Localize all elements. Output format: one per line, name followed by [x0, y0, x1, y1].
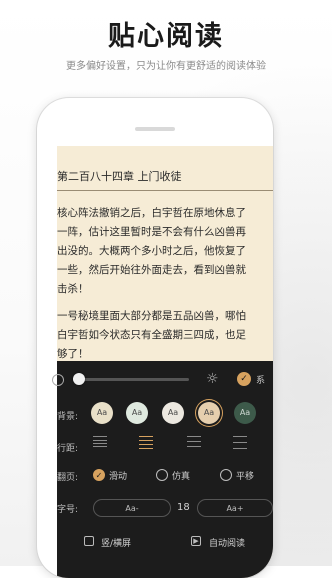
page-title: 贴心阅读 — [108, 21, 224, 52]
text-line: 一阵，估计这里暂时是不会有什么凶兽再 — [57, 226, 246, 238]
text-line: 白宇哲如今状态只有全盛期三四成，也足 — [57, 329, 246, 341]
line-spacing-option-compact[interactable] — [233, 436, 247, 454]
text-line: 击杀！ — [57, 283, 89, 295]
font-decrease-button[interactable]: Aa- — [93, 499, 171, 517]
swatch-text: Aa — [167, 408, 179, 417]
panel-bottom-bar: 竖/横屏 ▶ 自动阅读 — [57, 528, 273, 558]
swatch-text: Aa — [96, 408, 108, 417]
brightness-high-icon: ☼ — [206, 371, 219, 387]
swatch-text: Aa — [203, 408, 215, 417]
page-turn-option-label: 仿真 — [172, 472, 191, 482]
brightness-low-icon — [52, 374, 64, 386]
font-increase-button[interactable]: Aa+ — [197, 499, 273, 517]
rotate-screen-icon[interactable] — [84, 536, 94, 546]
text-line: 一号秘境里面大部分都是五品凶兽，哪怕 — [57, 310, 246, 322]
text-line: 核心阵法撤销之后，白宇哲在原地休息了 — [57, 207, 246, 219]
orientation-button[interactable]: 竖/横屏 — [101, 536, 131, 549]
line-spacing-label: 行距: — [57, 444, 79, 454]
background-label: 背景: — [57, 412, 79, 422]
page-turn-radio-simulate[interactable] — [156, 469, 168, 481]
auto-read-button[interactable]: 自动阅读 — [209, 536, 245, 549]
chapter-title: 第二百八十四章 上门收徒 — [57, 170, 182, 183]
line-spacing-option-medium[interactable] — [139, 436, 153, 454]
swatch-text: Aa — [239, 408, 251, 417]
text-line: 出没的。大概两个多小时之后，他恢复了 — [57, 245, 246, 257]
line-spacing-option-narrow[interactable] — [187, 436, 201, 454]
phone-speaker — [135, 127, 175, 131]
background-swatch[interactable]: Aa — [162, 402, 184, 424]
page-subtitle: 更多偏好设置，只为让你有更舒适的阅读体验 — [66, 61, 266, 72]
background-swatch[interactable]: Aa — [126, 402, 148, 424]
background-swatch[interactable]: Aa — [198, 402, 220, 424]
auto-brightness-checkbox[interactable]: ✓ — [237, 372, 251, 386]
auto-brightness-label: 系 — [256, 376, 266, 386]
text-line: 一些，然后开始往外面走去，看到凶兽就 — [57, 264, 246, 276]
brightness-slider[interactable] — [72, 373, 189, 385]
title-divider — [57, 190, 273, 191]
play-icon[interactable]: ▶ — [191, 536, 201, 546]
background-swatch[interactable]: Aa — [234, 402, 256, 424]
page-turn-option-label: 滑动 — [109, 472, 128, 482]
swatch-text: Aa — [131, 408, 143, 417]
font-size-label: 字号: — [57, 505, 79, 515]
background-swatch[interactable]: Aa — [91, 402, 113, 424]
font-size-value: 18 — [177, 502, 190, 513]
reading-settings-panel: ☼ ✓ 系 背景: Aa Aa Aa Aa Aa 行距: 翻页: ✓ 滑动 仿真… — [52, 361, 273, 578]
page-turn-label: 翻页: — [57, 473, 79, 483]
page-turn-radio-shift[interactable] — [220, 469, 232, 481]
page-turn-option-label: 平移 — [236, 472, 255, 482]
phone-mockup: 第二百八十四章 上门收徒 核心阵法撤销之后，白宇哲在原地休息了 一阵，估计这里暂… — [37, 98, 273, 578]
brightness-slider-thumb[interactable] — [72, 373, 85, 385]
line-spacing-option-wide[interactable] — [93, 436, 107, 454]
page-turn-radio-slide[interactable]: ✓ — [93, 469, 105, 481]
